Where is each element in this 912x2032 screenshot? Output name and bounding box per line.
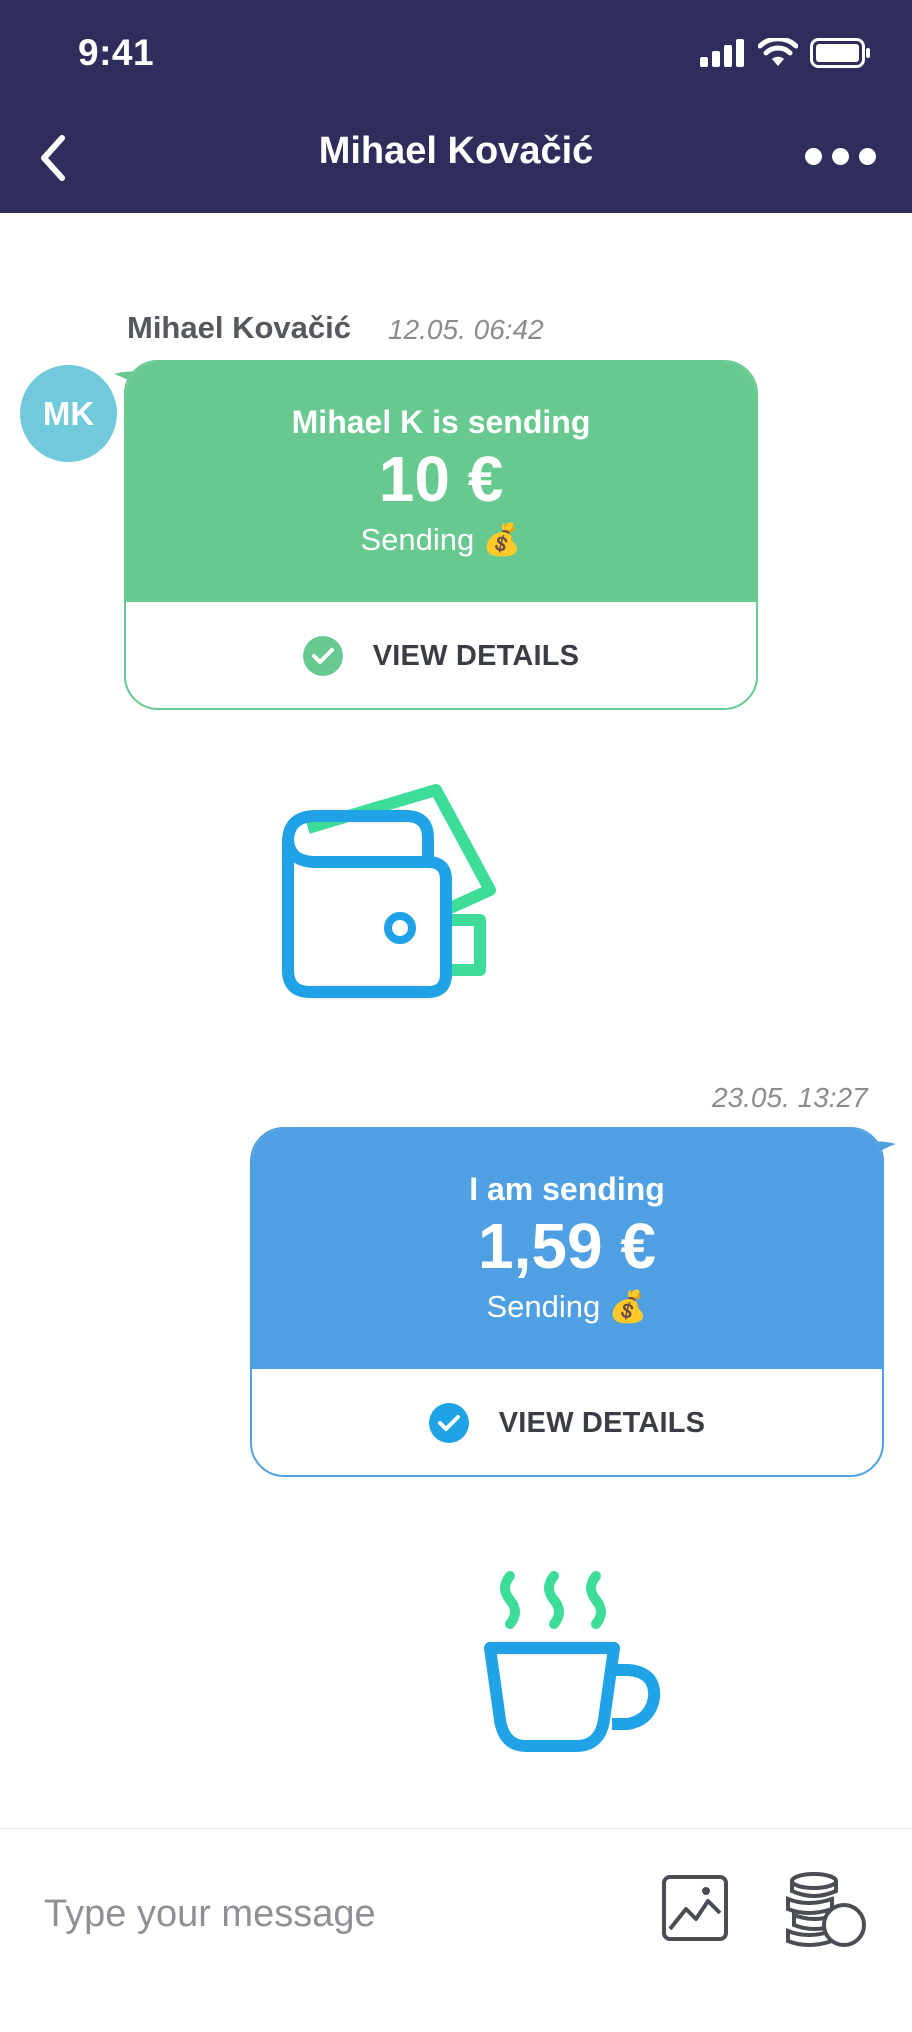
sender-name: Mihael Kovačić xyxy=(127,310,351,345)
payment-amount: 10 € xyxy=(378,443,504,515)
payment-message-card: I am sending 1,59 € Sending 💰 VIEW DETAI… xyxy=(250,1127,884,1477)
status-icons xyxy=(700,38,872,68)
wifi-icon xyxy=(758,38,798,66)
view-details-button[interactable]: VIEW DETAILS xyxy=(252,1369,882,1475)
message-composer xyxy=(0,1828,912,2032)
message-timestamp: 23.05. 13:27 xyxy=(712,1082,868,1113)
app-header: 9:41 Mihael Kovačić xyxy=(0,0,912,213)
payment-card-header: I am sending 1,59 € Sending 💰 xyxy=(252,1129,882,1369)
message-input[interactable] xyxy=(44,1879,604,1949)
payment-title: Mihael K is sending xyxy=(291,404,591,440)
payment-card-header: Mihael K is sending 10 € Sending 💰 xyxy=(126,362,756,602)
payment-status: Sending 💰 xyxy=(486,1289,648,1324)
send-money-coins-icon[interactable] xyxy=(780,1871,870,1951)
conversation-title: Mihael Kovačić xyxy=(318,130,594,172)
wallet-icon xyxy=(282,784,496,998)
signal-icon xyxy=(700,39,744,67)
more-options-icon[interactable] xyxy=(805,148,876,165)
view-details-label: VIEW DETAILS xyxy=(498,1406,706,1439)
check-icon xyxy=(302,636,343,676)
battery-icon xyxy=(810,38,870,68)
avatar[interactable]: MK xyxy=(20,365,117,462)
payment-title: I am sending xyxy=(469,1171,665,1207)
status-time: 9:41 xyxy=(78,32,155,73)
image-attach-icon[interactable] xyxy=(660,1873,730,1943)
view-details-button[interactable]: VIEW DETAILS xyxy=(126,602,756,708)
view-details-label: VIEW DETAILS xyxy=(372,639,580,672)
check-icon xyxy=(428,1403,469,1443)
message-timestamp: 12.05. 06:42 xyxy=(388,314,544,345)
payment-message-card: Mihael K is sending 10 € Sending 💰 VIEW … xyxy=(124,360,758,710)
payment-amount: 1,59 € xyxy=(478,1210,656,1282)
coffee-cup-icon xyxy=(484,1571,661,1752)
payment-status: Sending 💰 xyxy=(360,522,522,557)
